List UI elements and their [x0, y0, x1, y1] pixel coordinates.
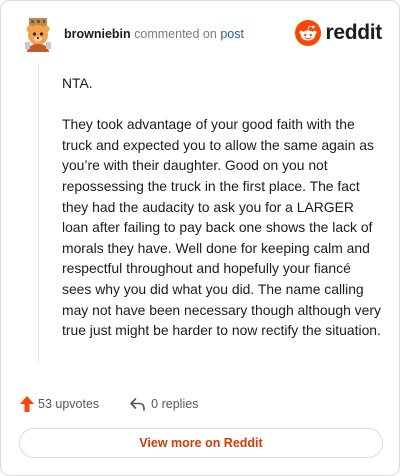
upvotes-count: 53 upvotes: [38, 397, 100, 411]
comment-body: NTA. They took advantage of your good fa…: [62, 73, 382, 361]
bear-avatar-icon[interactable]: [20, 16, 56, 52]
comment-actions: 53 upvotes 0 replies: [19, 393, 198, 415]
reddit-alien-icon: [295, 20, 322, 46]
action-text: commented on: [134, 27, 217, 41]
post-link[interactable]: post: [220, 27, 244, 41]
replies-button[interactable]: 0 replies: [129, 396, 198, 412]
comment-paragraph: NTA.: [62, 75, 93, 91]
comment-header: browniebin commented on post reddit: [1, 1, 399, 65]
reddit-wordmark: reddit: [325, 21, 382, 44]
reply-arrow-icon: [130, 398, 145, 411]
upvote-button[interactable]: 53 upvotes: [19, 395, 99, 413]
username-link[interactable]: browniebin: [64, 27, 131, 41]
view-more-button[interactable]: View more on Reddit: [19, 428, 383, 458]
comment-paragraph: They took advantage of your good faith w…: [62, 116, 381, 339]
embedded-comment-card: browniebin commented on post reddit NTA.…: [0, 0, 400, 476]
thread-line: [38, 63, 39, 363]
author-line: browniebin commented on post: [64, 26, 244, 42]
replies-count: 0 replies: [151, 397, 199, 411]
reddit-logo[interactable]: reddit: [295, 19, 382, 47]
upvote-arrow-icon: [20, 396, 34, 412]
